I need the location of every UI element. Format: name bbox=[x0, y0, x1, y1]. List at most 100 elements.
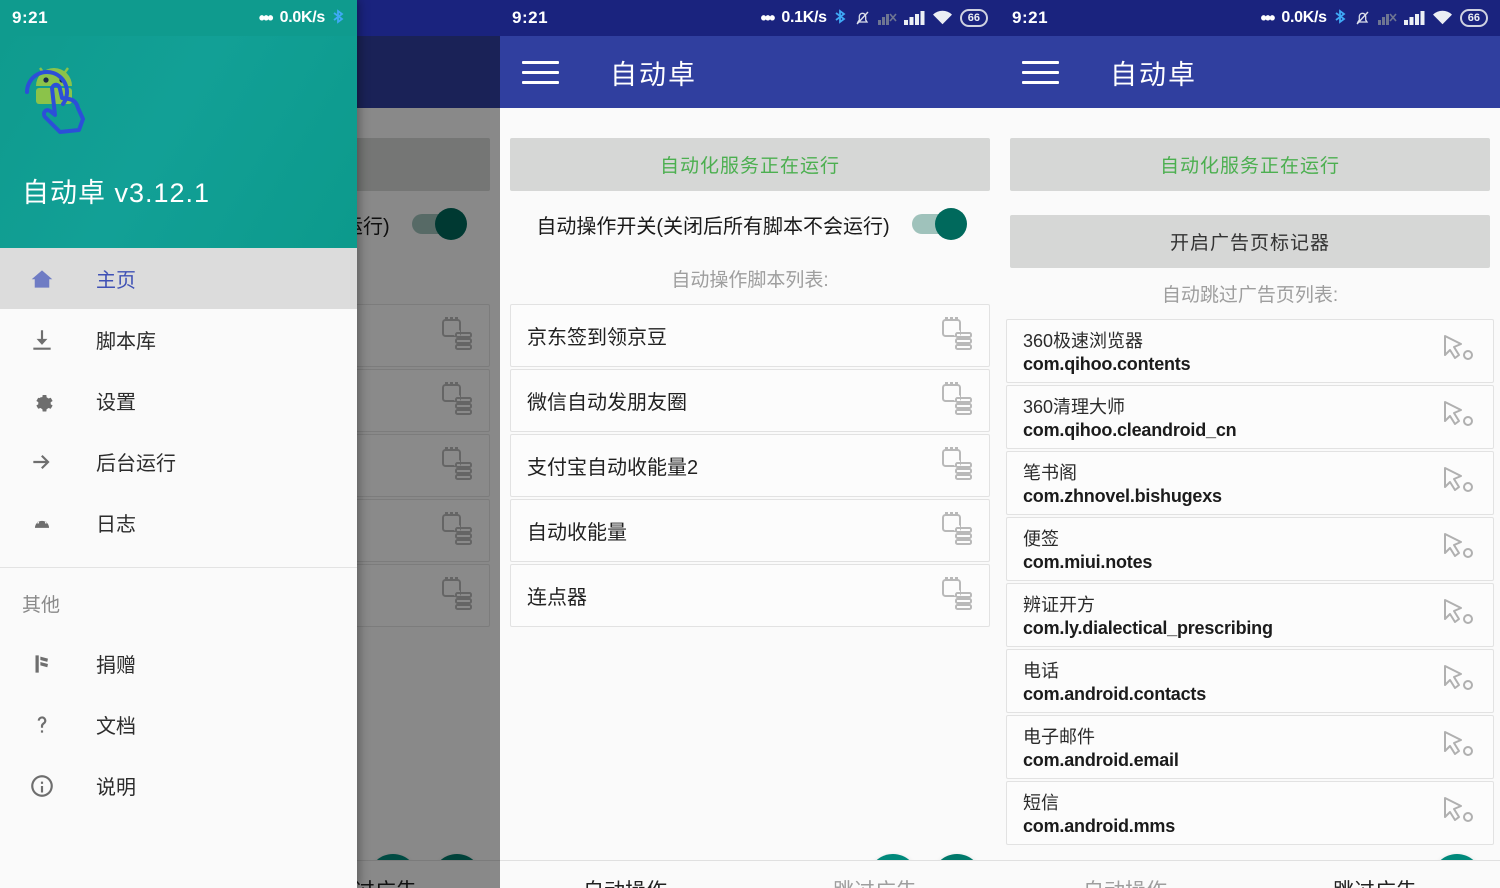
donate-icon bbox=[20, 651, 64, 677]
sidebar-item-2[interactable]: 设置 bbox=[0, 370, 357, 431]
service-status-button[interactable]: 自动化服务正在运行 bbox=[1010, 138, 1490, 191]
script-edit-icon[interactable] bbox=[941, 511, 973, 550]
sidebar-item-label: 后台运行 bbox=[96, 453, 176, 475]
status-bar-right: 9:21 ••• 0.0K/s 66 bbox=[1000, 0, 1500, 36]
skip-ad-list-item[interactable]: 360清理大师 com.qihoo.cleandroid_cn bbox=[1006, 385, 1494, 449]
mute-bell-icon bbox=[854, 9, 871, 28]
menu-icon[interactable] bbox=[522, 57, 562, 87]
drawer-group-title: 其他 bbox=[22, 595, 61, 616]
skip-ad-list-item[interactable]: 电子邮件 com.android.email bbox=[1006, 715, 1494, 779]
signal-full-icon bbox=[1403, 10, 1425, 26]
service-status-button[interactable]: 自动化服务正在运行 bbox=[510, 138, 990, 191]
status-clock-drawer: 9:21 bbox=[12, 8, 49, 27]
skip-ad-item-text: 笔书阁 com.zhnovel.bishugexs bbox=[1023, 459, 1222, 507]
app-display-name: 电话 bbox=[1023, 661, 1059, 681]
drawer-header: 自动卓 v3.12.1 bbox=[0, 36, 357, 248]
android-icon bbox=[20, 510, 64, 536]
bluetooth-icon bbox=[834, 8, 847, 28]
app-display-name: 辨证开方 bbox=[1023, 595, 1095, 615]
script-list-caption: 自动操作脚本列表: bbox=[671, 270, 829, 291]
auto-switch-toggle[interactable] bbox=[911, 208, 967, 240]
app-display-name: 笔书阁 bbox=[1023, 463, 1077, 483]
sidebar-other-item-label: 说明 bbox=[96, 777, 136, 799]
skip-target-icon[interactable] bbox=[1443, 795, 1477, 832]
script-list-item[interactable]: 支付宝自动收能量2 bbox=[510, 434, 990, 497]
ad-marker-button[interactable]: 开启广告页标记器 bbox=[1010, 215, 1490, 268]
sidebar-item-0[interactable]: 主页 bbox=[0, 248, 357, 309]
sidebar-item-4[interactable]: 日志 bbox=[0, 492, 357, 553]
app-display-name: 360极速浏览器 bbox=[1023, 331, 1144, 351]
auto-switch-label: 自动操作开关(关闭后所有脚本不会运行) bbox=[536, 215, 890, 238]
skip-ad-list-item[interactable]: 360极速浏览器 com.qihoo.contents bbox=[1006, 319, 1494, 383]
skip-target-icon[interactable] bbox=[1443, 399, 1477, 436]
skip-ad-list-item[interactable]: 短信 com.android.mms bbox=[1006, 781, 1494, 845]
skip-ad-item-text: 360极速浏览器 com.qihoo.contents bbox=[1023, 327, 1191, 375]
skip-target-icon[interactable] bbox=[1443, 531, 1477, 568]
sidebar-item-label: 脚本库 bbox=[96, 331, 156, 353]
app-package-name: com.android.mms bbox=[1023, 816, 1176, 836]
auto-switch-row: 自动操作开关(关闭后所有脚本不会运行) bbox=[500, 195, 1000, 253]
question-icon bbox=[20, 712, 64, 738]
app-package-name: com.zhnovel.bishugexs bbox=[1023, 486, 1222, 506]
sidebar-other-item-0[interactable]: 捐赠 bbox=[0, 633, 357, 694]
bottom-tabs: 自动操作 跳过广告 bbox=[500, 860, 1000, 888]
status-clock: 9:21 bbox=[512, 8, 549, 27]
battery-icon: 66 bbox=[959, 9, 988, 27]
script-edit-icon[interactable] bbox=[941, 446, 973, 485]
skip-target-icon[interactable] bbox=[1443, 729, 1477, 766]
menu-icon[interactable] bbox=[1022, 57, 1062, 87]
script-name: 京东签到领京豆 bbox=[527, 327, 667, 349]
network-speed-label: 0.0K/s bbox=[1281, 9, 1327, 26]
status-bar-drawer: 9:21 ••• 0.0K/s bbox=[0, 0, 357, 36]
skip-ad-list-item[interactable]: 辨证开方 com.ly.dialectical_prescribing bbox=[1006, 583, 1494, 647]
skip-ad-item-text: 便签 com.miui.notes bbox=[1023, 525, 1152, 573]
skip-ad-list-item[interactable]: 便签 com.miui.notes bbox=[1006, 517, 1494, 581]
skip-target-icon[interactable] bbox=[1443, 333, 1477, 370]
signal-weak-icon bbox=[1377, 10, 1397, 26]
skip-ad-app-list: 360极速浏览器 com.qihoo.contents 360清理大师 com.qih… bbox=[1000, 319, 1500, 845]
script-list-item[interactable]: 自动收能量 bbox=[510, 499, 990, 562]
skip-target-icon[interactable] bbox=[1443, 663, 1477, 700]
dots-icon: ••• bbox=[1260, 7, 1276, 28]
status-bar-mid: 9:21 ••• 0.1K/s 66 bbox=[500, 0, 1000, 36]
tab-skip-right[interactable]: 跳过广告 bbox=[1250, 861, 1500, 888]
script-edit-icon[interactable] bbox=[941, 316, 973, 355]
tab-auto[interactable]: 自动操作 bbox=[500, 861, 750, 888]
dots-icon: ••• bbox=[258, 7, 274, 28]
arrow-right-icon bbox=[20, 449, 64, 475]
skip-target-icon[interactable] bbox=[1443, 465, 1477, 502]
auto-tab-content: 自动化服务正在运行 自动操作开关(关闭后所有脚本不会运行) 自动操作脚本列表: … bbox=[500, 138, 1000, 888]
phone-screen-drawer: 9:21 ••• 0.0K/s 66 bbox=[0, 0, 500, 888]
script-edit-icon[interactable] bbox=[941, 576, 973, 615]
bluetooth-icon bbox=[332, 8, 345, 28]
app-package-name: com.ly.dialectical_prescribing bbox=[1023, 618, 1273, 638]
script-edit-icon[interactable] bbox=[941, 381, 973, 420]
sidebar-other-item-1[interactable]: 文档 bbox=[0, 694, 357, 755]
app-display-name: 便签 bbox=[1023, 529, 1059, 549]
dots-icon: ••• bbox=[760, 7, 776, 28]
script-list-item[interactable]: 微信自动发朋友圈 bbox=[510, 369, 990, 432]
sidebar-item-label: 日志 bbox=[96, 514, 136, 536]
tab-auto-right[interactable]: 自动操作 bbox=[1000, 861, 1250, 888]
status-icons: ••• 0.1K/s 66 bbox=[760, 7, 988, 29]
skip-ad-list-item[interactable]: 笔书阁 com.zhnovel.bishugexs bbox=[1006, 451, 1494, 515]
app-logo-icon bbox=[18, 64, 104, 141]
app-package-name: com.android.email bbox=[1023, 750, 1179, 770]
script-list-item[interactable]: 京东签到领京豆 bbox=[510, 304, 990, 367]
tab-skip[interactable]: 跳过广告 bbox=[750, 861, 1000, 888]
app-package-name: com.qihoo.cleandroid_cn bbox=[1023, 420, 1237, 440]
skip-target-icon[interactable] bbox=[1443, 597, 1477, 634]
status-icons: ••• 0.0K/s 66 bbox=[1260, 7, 1488, 29]
battery-icon: 66 bbox=[1459, 9, 1488, 27]
script-name: 微信自动发朋友圈 bbox=[527, 392, 687, 414]
sidebar-other-item-2[interactable]: 说明 bbox=[0, 755, 357, 816]
skip-ad-item-text: 辨证开方 com.ly.dialectical_prescribing bbox=[1023, 591, 1273, 639]
skip-ad-list-item[interactable]: 电话 com.android.contacts bbox=[1006, 649, 1494, 713]
app-list-caption: 自动跳过广告页列表: bbox=[1161, 285, 1339, 306]
script-list-item[interactable]: 连点器 bbox=[510, 564, 990, 627]
sidebar-item-3[interactable]: 后台运行 bbox=[0, 431, 357, 492]
network-speed-label: 0.1K/s bbox=[781, 9, 827, 26]
app-bar-mid: 自动卓 bbox=[500, 36, 1000, 108]
sidebar-item-1[interactable]: 脚本库 bbox=[0, 309, 357, 370]
home-icon bbox=[20, 266, 64, 292]
